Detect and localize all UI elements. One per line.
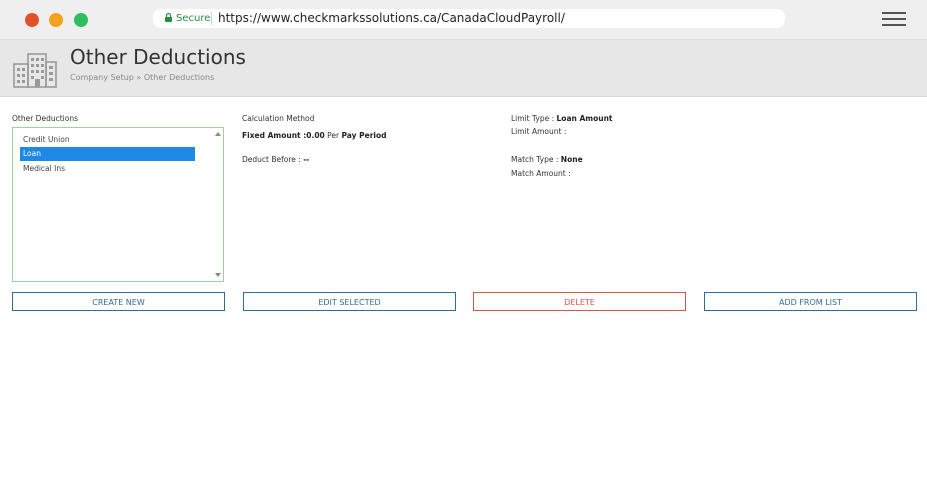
deductions-list-label: Other Deductions	[12, 114, 78, 123]
fixed-amount-label: Fixed Amount :	[242, 131, 307, 140]
list-item-medical-ins[interactable]: Medical Ins	[20, 162, 195, 176]
list-item-loan[interactable]: Loan	[20, 147, 195, 161]
scroll-up-icon[interactable]	[215, 132, 221, 136]
pay-period-label: Pay Period	[341, 131, 387, 140]
url-text[interactable]: https://www.checkmarkssolutions.ca/Canad…	[218, 10, 565, 27]
create-new-button[interactable]: CREATE NEW	[12, 292, 225, 311]
minimize-window-button[interactable]	[49, 13, 63, 27]
list-scrollbar[interactable]	[214, 129, 222, 280]
lock-icon	[165, 13, 172, 22]
page-title: Other Deductions	[70, 45, 246, 69]
add-from-list-button[interactable]: ADD FROM LIST	[704, 292, 917, 311]
maximize-window-button[interactable]	[74, 13, 88, 27]
scroll-down-icon[interactable]	[215, 273, 221, 277]
breadcrumb[interactable]: Company Setup » Other Deductions	[70, 73, 214, 82]
building-icon	[13, 53, 57, 88]
list-item-credit-union[interactable]: Credit Union	[20, 133, 195, 147]
match-type-value: None	[560, 155, 583, 164]
limit-type-row: Limit Type : Loan Amount	[511, 114, 613, 124]
calculation-method-value: Fixed Amount :0.00 Per Pay Period	[242, 131, 387, 141]
secure-label: Secure	[176, 13, 211, 24]
edit-selected-button[interactable]: EDIT SELECTED	[243, 292, 456, 311]
match-type-label: Match Type :	[511, 155, 559, 164]
limit-type-label: Limit Type :	[511, 114, 555, 123]
menu-icon[interactable]	[882, 12, 906, 27]
deductions-listbox[interactable]: Credit Union Loan Medical Ins	[12, 127, 224, 282]
browser-toolbar: Secure https://www.checkmarkssolutions.c…	[0, 0, 927, 40]
url-divider	[211, 12, 212, 25]
delete-button[interactable]: DELETE	[473, 292, 686, 311]
per-label: Per	[327, 131, 340, 140]
match-amount-label: Match Amount :	[511, 169, 571, 178]
deduct-before-value: --	[303, 155, 310, 164]
limit-amount-label: Limit Amount :	[511, 127, 567, 136]
calculation-method-label: Calculation Method	[242, 114, 315, 123]
page-header: Other Deductions Company Setup » Other D…	[0, 40, 927, 97]
close-window-button[interactable]	[25, 13, 39, 27]
address-bar[interactable]: Secure https://www.checkmarkssolutions.c…	[153, 9, 785, 28]
deduct-before-label: Deduct Before :	[242, 155, 301, 164]
limit-type-value: Loan Amount	[556, 114, 613, 123]
fixed-amount-value: 0.00	[306, 131, 325, 140]
match-type-row: Match Type : None	[511, 155, 583, 165]
deduct-before-row: Deduct Before : --	[242, 155, 309, 165]
